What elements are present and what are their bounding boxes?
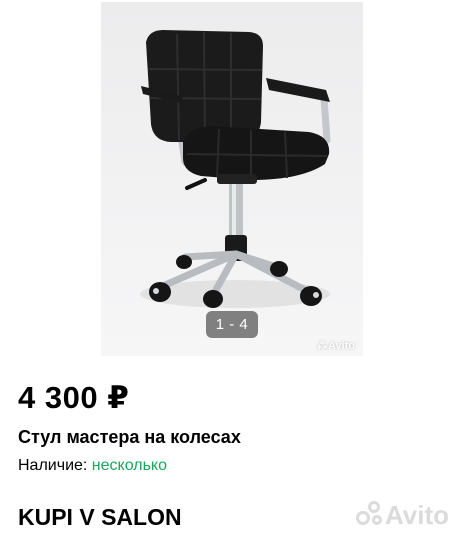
avito-watermark-small: ⁂Avito <box>317 339 355 352</box>
availability-label: Наличие: <box>18 457 88 474</box>
avito-watermark-text: Avito <box>385 500 450 530</box>
image-counter: 1 - 4 <box>206 311 258 338</box>
listing-title[interactable]: Стул мастера на колесах <box>18 427 241 448</box>
availability-value: несколько <box>91 457 168 474</box>
price: 4 300 ₽ <box>18 380 130 415</box>
seller-name[interactable]: KUPI V SALON <box>18 504 182 531</box>
product-photo[interactable] <box>101 2 363 356</box>
avito-logo-icon <box>356 501 384 527</box>
availability: Наличие: несколько <box>18 457 167 475</box>
avito-watermark: Avito <box>356 500 449 530</box>
chair-illustration <box>140 30 331 308</box>
avito-logo-icon: ⁂ <box>316 340 328 352</box>
avito-watermark-small-text: Avito <box>327 340 355 352</box>
photo-gallery[interactable]: 1 - 4 ⁂Avito <box>0 0 462 357</box>
